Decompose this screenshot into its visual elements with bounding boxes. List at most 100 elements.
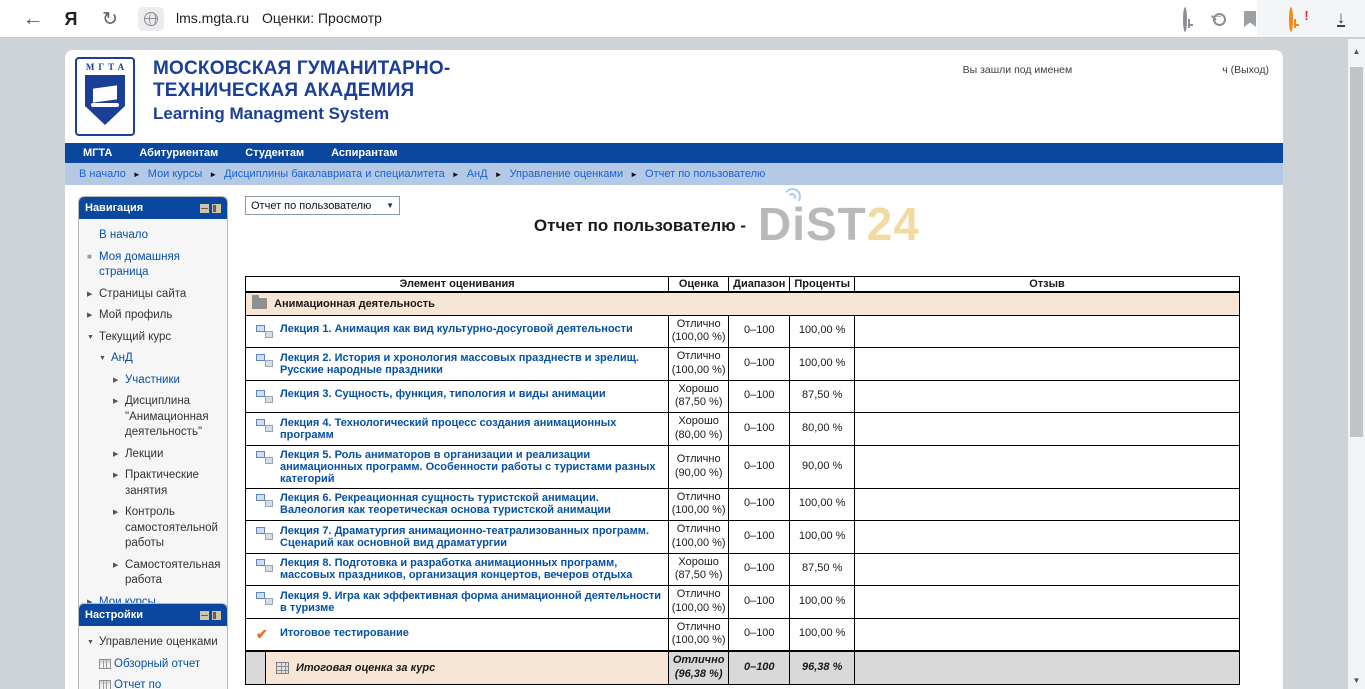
sidebar-item-and[interactable]: ▼АнД (85, 348, 223, 370)
site-header: МГТА МОСКОВСКАЯ ГУМАНИТАРНО- ТЕХНИЧЕСКАЯ… (65, 50, 1283, 143)
settings-item-user-report[interactable]: Отчет по пользователю (85, 675, 223, 689)
breadcrumb-course[interactable]: АнД (467, 168, 488, 180)
report-type-dropdown[interactable]: Отчет по пользователю ▼ (245, 196, 400, 215)
percent-value: 90,00 % (790, 445, 855, 488)
sidebar-item-home[interactable]: В начало (85, 225, 223, 247)
grade-percent: (100,00 %) (672, 504, 726, 516)
scroll-up-icon[interactable]: ▲ (1348, 47, 1365, 56)
final-test-link[interactable]: Итоговое тестирование (280, 627, 409, 639)
scrollbar-thumb[interactable] (1350, 67, 1363, 437)
downloads-button[interactable]: ↓ (1326, 0, 1356, 38)
collapse-block-icon[interactable] (200, 611, 209, 620)
refresh-button[interactable]: ↻ (96, 0, 124, 38)
address-bar-url[interactable]: lms.mgta.ru (176, 10, 249, 26)
magnifier-icon (1213, 13, 1226, 26)
total-indent-cell (246, 651, 266, 684)
site-identity-chip[interactable] (138, 7, 164, 31)
scroll-down-icon[interactable]: ▼ (1348, 676, 1365, 685)
logout-link[interactable]: ч (Выход) (1222, 64, 1269, 76)
chevron-down-icon: ▼ (87, 635, 99, 647)
lecture-8-link[interactable]: Лекция 8. Подготовка и разработка анимац… (280, 557, 662, 581)
range-value: 0–100 (729, 348, 790, 381)
lecture-4-link[interactable]: Лекция 4. Технологический процесс создан… (280, 417, 662, 441)
breadcrumb-home[interactable]: В начало (79, 168, 126, 180)
lecture-3-link[interactable]: Лекция 3. Сущность, функция, типология и… (280, 388, 606, 400)
grade-value: Хорошо (678, 383, 719, 395)
password-alert-button[interactable]: ! (1283, 0, 1315, 38)
lesson-icon (256, 493, 273, 508)
lesson-icon (256, 353, 273, 368)
nav-item-mgta[interactable]: МГТА (83, 147, 112, 159)
settings-item-overview-report[interactable]: Обзорный отчет (85, 654, 223, 676)
range-value: 0–100 (729, 380, 790, 413)
grade-value: Отлично (677, 491, 721, 503)
password-manager-button[interactable] (1176, 0, 1204, 38)
collapse-block-icon[interactable] (200, 204, 209, 213)
chevron-right-icon: ▶ (113, 394, 125, 406)
report-grid-icon (99, 659, 111, 669)
sidebar-item-current-course[interactable]: ▼Текущий курс (85, 327, 223, 349)
sidebar-item-lectures[interactable]: ▶Лекции (85, 444, 223, 466)
sidebar-item-practice[interactable]: ▶Практические занятия (85, 465, 223, 502)
breadcrumb-my-courses[interactable]: Мои курсы (148, 168, 202, 180)
nav-item-aspirantam[interactable]: Аспирантам (331, 147, 397, 159)
settings-item-grade-admin[interactable]: ▼Управление оценками (85, 632, 223, 654)
table-row: Лекция 7. Драматургия анимационно-театра… (246, 521, 1240, 554)
lesson-icon (256, 558, 273, 573)
lecture-9-link[interactable]: Лекция 9. Игра как эффективная форма ани… (280, 590, 662, 614)
page-background: МГТА МОСКОВСКАЯ ГУМАНИТАРНО- ТЕХНИЧЕСКАЯ… (0, 39, 1348, 689)
shield-emblem-icon (85, 75, 125, 125)
chevron-right-icon: ▶ (113, 505, 125, 517)
grade-value: Отлично (677, 621, 721, 633)
folder-icon (252, 298, 267, 309)
feedback-cell (855, 445, 1240, 488)
grade-percent: (100,00 %) (672, 331, 726, 343)
main-navbar: МГТА Абитуриентам Студентам Аспирантам (65, 143, 1283, 163)
feedback-cell (855, 618, 1240, 651)
address-bar-page-title[interactable]: Оценки: Просмотр (262, 10, 382, 26)
navigation-block: Навигация В начало ■Моя домашняя страниц… (78, 196, 228, 622)
sidebar-item-control[interactable]: ▶Контроль самостоятельной работы (85, 502, 223, 555)
dropdown-arrow-icon: ▼ (386, 201, 394, 210)
breadcrumb-grade-admin[interactable]: Управление оценками (510, 168, 624, 180)
range-value: 0–100 (729, 586, 790, 619)
lecture-1-link[interactable]: Лекция 1. Анимация как вид культурно-дос… (280, 323, 633, 335)
back-button[interactable]: ← (18, 0, 48, 38)
sidebar-item-my-profile[interactable]: ▶Мой профиль (85, 305, 223, 327)
grade-percent: (100,00 %) (672, 537, 726, 549)
lecture-2-link[interactable]: Лекция 2. История и хронология массовых … (280, 352, 662, 376)
sidebar-item-site-pages[interactable]: ▶Страницы сайта (85, 284, 223, 306)
dock-block-icon[interactable] (212, 204, 221, 213)
grade-percent: (87,50 %) (675, 569, 723, 581)
quiz-check-icon: ✔ (256, 627, 273, 641)
yandex-button[interactable]: Я (58, 0, 84, 38)
range-value: 0–100 (729, 445, 790, 488)
site-title-block: МОСКОВСКАЯ ГУМАНИТАРНО- ТЕХНИЧЕСКАЯ АКАД… (153, 58, 450, 124)
sidebar-item-participants[interactable]: ▶Участники (85, 370, 223, 392)
login-status: Вы зашли под именемч (Выход) (963, 64, 1269, 76)
grade-value: Хорошо (678, 415, 719, 427)
nav-item-studentam[interactable]: Студентам (245, 147, 304, 159)
browser-toolbar: ← Я ↻ lms.mgta.ru Оценки: Просмотр ! ↓ (0, 0, 1365, 38)
dock-block-icon[interactable] (212, 611, 221, 620)
sidebar-item-my-home[interactable]: ■Моя домашняя страница (85, 247, 223, 284)
lecture-5-link[interactable]: Лекция 5. Роль аниматоров в организации … (280, 449, 662, 485)
table-row: Лекция 5. Роль аниматоров в организации … (246, 445, 1240, 488)
sidebar-item-selfwork[interactable]: ▶Самостоятельная работа (85, 555, 223, 592)
chevron-right-icon: ▶ (113, 468, 125, 480)
grade-value: Отлично (677, 523, 721, 535)
col-header-item: Элемент оценивания (246, 277, 669, 293)
zoom-button[interactable] (1205, 0, 1233, 38)
navigation-block-body: В начало ■Моя домашняя страница ▶Страниц… (79, 219, 227, 621)
lecture-6-link[interactable]: Лекция 6. Рекреационная сущность туристс… (280, 492, 662, 516)
breadcrumb-disciplines[interactable]: Дисциплины бакалавриата и специалитета (224, 168, 445, 180)
vertical-scrollbar[interactable]: ▲ ▼ (1348, 39, 1365, 689)
lecture-7-link[interactable]: Лекция 7. Драматургия анимационно-театра… (280, 525, 662, 549)
chevron-down-icon: ▼ (99, 351, 111, 363)
nav-item-abiturientam[interactable]: Абитуриентам (139, 147, 218, 159)
breadcrumb-user-report[interactable]: Отчет по пользователю (645, 168, 765, 180)
sidebar-item-discipline[interactable]: ▶Дисциплина "Анимационная деятельность" (85, 391, 223, 444)
chevron-right-icon: ▶ (87, 287, 99, 299)
academy-title-line2: ТЕХНИЧЕСКАЯ АКАДЕМИЯ (153, 80, 450, 102)
percent-value: 87,50 % (790, 553, 855, 586)
